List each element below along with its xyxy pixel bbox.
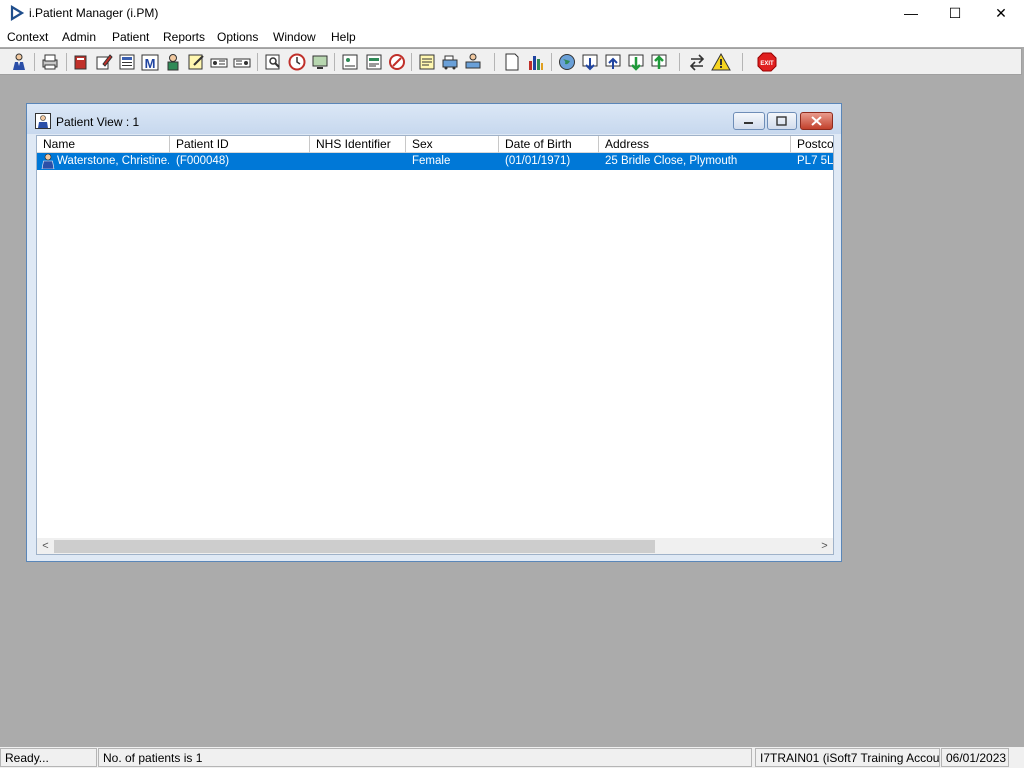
- exit-label: EXIT: [760, 61, 774, 67]
- toolbar-separator: [551, 53, 552, 71]
- document-list-icon[interactable]: [117, 52, 137, 72]
- close-button[interactable]: ✕: [978, 0, 1024, 26]
- case-note-alt-icon[interactable]: [232, 52, 252, 72]
- patient-view-window: Patient View : 1 Name Patient ID NHS Ide…: [26, 103, 842, 562]
- toolbar-separator: [742, 53, 743, 71]
- patient-search-icon[interactable]: [9, 52, 29, 72]
- app-title-bar: i.Patient Manager (i.PM) — ☐ ✕: [0, 0, 1024, 26]
- page-icon[interactable]: [502, 52, 522, 72]
- bar-chart-icon[interactable]: [526, 52, 546, 72]
- menu-patient[interactable]: Patient: [112, 30, 149, 44]
- toolbar-separator: [494, 53, 495, 71]
- arrow-down-icon[interactable]: [626, 52, 646, 72]
- m-letter-icon[interactable]: M: [140, 52, 160, 72]
- cell-address: 25 Bridle Close, Plymouth: [605, 155, 738, 167]
- toolbar-separator: [679, 53, 680, 71]
- cell-patient-id: (F000048): [176, 155, 230, 167]
- child-close-button[interactable]: [800, 112, 833, 130]
- no-entry-icon[interactable]: [387, 52, 407, 72]
- patient-list[interactable]: Name Patient ID NHS Identifier Sex Date …: [36, 135, 834, 555]
- cell-name: Waterstone, Christine...: [57, 155, 169, 167]
- toolbar-separator: [334, 53, 335, 71]
- case-note-icon[interactable]: [209, 52, 229, 72]
- toolbar: M EXIT: [0, 48, 1022, 75]
- warning-icon[interactable]: [711, 52, 731, 72]
- minimize-button[interactable]: —: [888, 0, 934, 26]
- menu-admin[interactable]: Admin: [62, 30, 96, 44]
- patient-icon: [41, 153, 55, 169]
- arrow-up-icon[interactable]: [649, 52, 669, 72]
- maximize-button[interactable]: ☐: [932, 0, 978, 26]
- app-logo-icon: [10, 5, 25, 21]
- toolbar-separator: [34, 53, 35, 71]
- col-name[interactable]: Name: [37, 136, 170, 153]
- horizontal-scrollbar[interactable]: < >: [37, 538, 833, 554]
- toolbar-separator: [257, 53, 258, 71]
- patient-list-header: Name Patient ID NHS Identifier Sex Date …: [37, 136, 833, 153]
- status-patient-count: No. of patients is 1: [98, 748, 752, 767]
- menu-reports[interactable]: Reports: [163, 30, 205, 44]
- col-address[interactable]: Address: [599, 136, 791, 153]
- col-sex[interactable]: Sex: [406, 136, 499, 153]
- print-icon[interactable]: [40, 52, 60, 72]
- patient-view-icon: [35, 113, 51, 129]
- book-icon[interactable]: [71, 52, 91, 72]
- edit-record-icon[interactable]: [94, 52, 114, 72]
- app-title: i.Patient Manager (i.PM): [29, 6, 159, 20]
- status-ready: Ready...: [0, 748, 97, 767]
- globe-icon[interactable]: [557, 52, 577, 72]
- menu-help[interactable]: Help: [331, 30, 356, 44]
- status-bar: Ready... No. of patients is 1 I7TRAIN01 …: [0, 747, 1024, 768]
- exit-icon[interactable]: EXIT: [757, 52, 777, 72]
- scroll-thumb[interactable]: [54, 540, 655, 553]
- toolbar-separator: [66, 53, 67, 71]
- cell-sex: Female: [412, 155, 451, 167]
- child-minimize-button[interactable]: [733, 112, 765, 130]
- table-row[interactable]: Waterstone, Christine... (F000048) Femal…: [37, 153, 833, 170]
- form-icon[interactable]: [364, 52, 384, 72]
- monitor-icon[interactable]: [310, 52, 330, 72]
- clinician-icon[interactable]: [163, 52, 183, 72]
- find-doc-icon[interactable]: [263, 52, 283, 72]
- patient-view-title: Patient View : 1: [56, 115, 140, 129]
- svg-text:M: M: [145, 56, 156, 71]
- cell-dob: (01/01/1971): [505, 155, 571, 167]
- col-nhs-identifier[interactable]: NHS Identifier: [310, 136, 406, 153]
- child-restore-button[interactable]: [767, 112, 797, 130]
- status-account: I7TRAIN01 (iSoft7 Training Account): [755, 748, 940, 767]
- col-date-of-birth[interactable]: Date of Birth: [499, 136, 599, 153]
- scroll-left-button[interactable]: <: [38, 539, 53, 554]
- letter-icon[interactable]: [417, 52, 437, 72]
- cell-postcode: PL7 5LL: [797, 155, 833, 167]
- inbox-down-icon[interactable]: [580, 52, 600, 72]
- toolbar-separator: [411, 53, 412, 71]
- patient-view-title-bar[interactable]: Patient View : 1: [27, 104, 841, 134]
- menu-context[interactable]: Context: [7, 30, 48, 44]
- menu-bar: Context Admin Patient Reports Options Wi…: [0, 26, 1024, 47]
- scroll-right-button[interactable]: >: [817, 539, 832, 554]
- menu-options[interactable]: Options: [217, 30, 258, 44]
- cell-nhs-id: [316, 153, 404, 170]
- menu-window[interactable]: Window: [273, 30, 316, 44]
- clock-icon[interactable]: [287, 52, 307, 72]
- swap-icon[interactable]: [687, 52, 707, 72]
- col-patient-id[interactable]: Patient ID: [170, 136, 310, 153]
- note-icon[interactable]: [186, 52, 206, 72]
- transfer-icon[interactable]: [440, 52, 460, 72]
- status-date: 06/01/2023: [941, 748, 1009, 767]
- inbox-up-icon[interactable]: [603, 52, 623, 72]
- printer-user-icon[interactable]: [463, 52, 483, 72]
- col-postcode[interactable]: Postcode: [791, 136, 833, 153]
- referral-icon[interactable]: [340, 52, 360, 72]
